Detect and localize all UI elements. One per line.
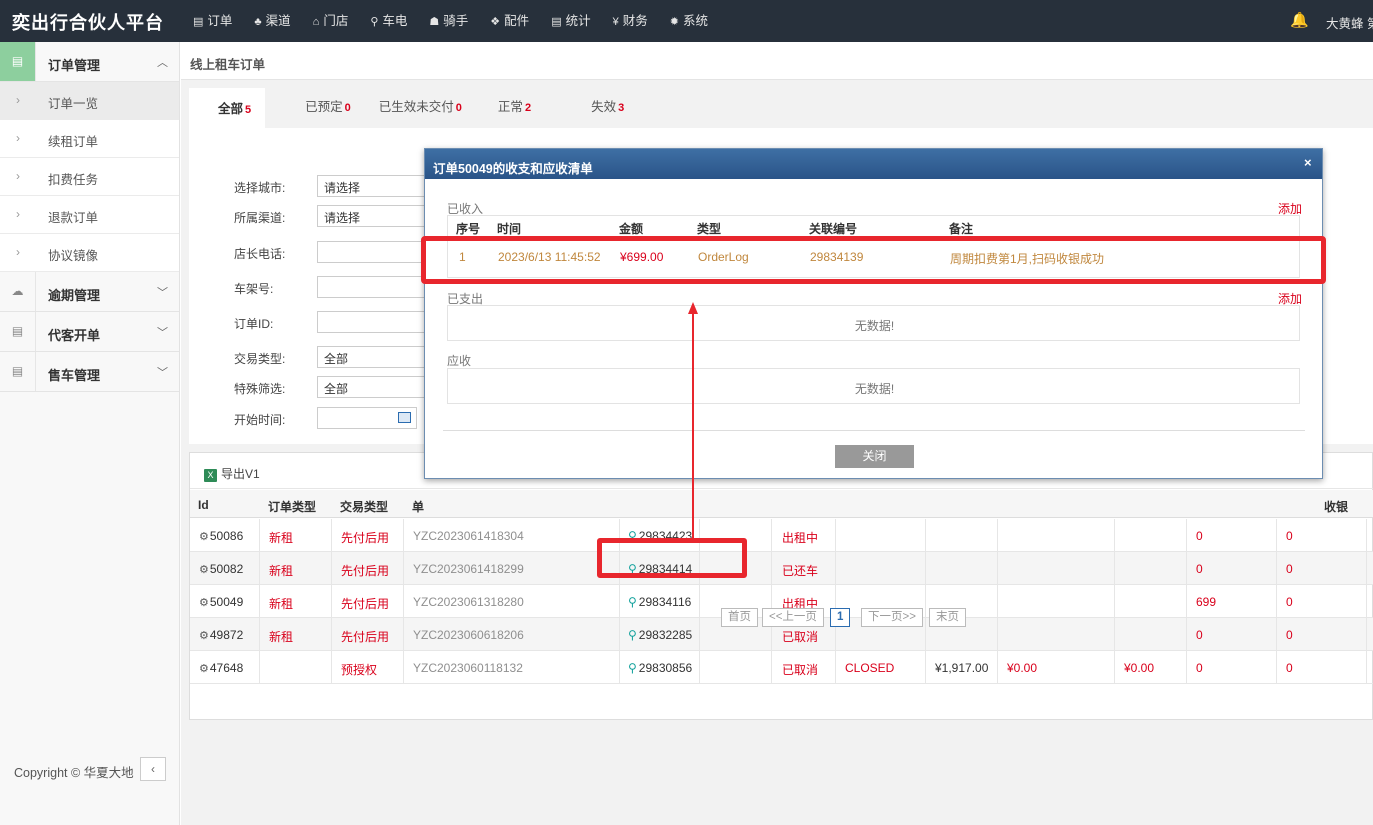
- annotation-arrow: [688, 302, 698, 539]
